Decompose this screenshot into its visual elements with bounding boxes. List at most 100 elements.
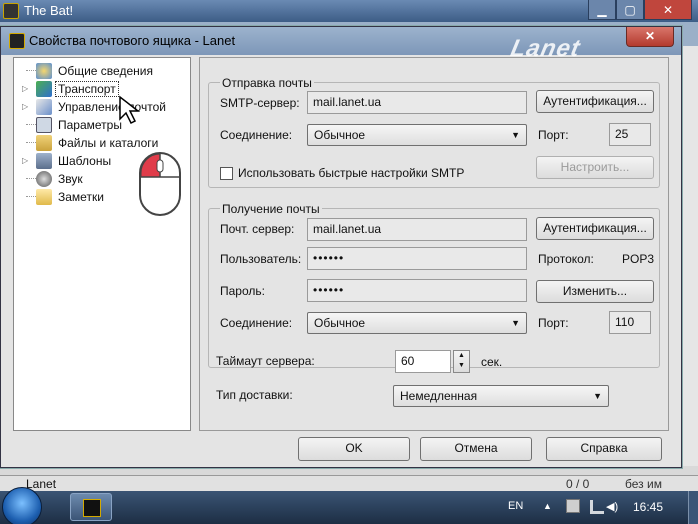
user-label: Пользователь: [220,252,302,266]
mail-server-label: Почт. сервер: [220,222,295,236]
taskbar-the-bat-button[interactable] [70,493,112,521]
tree-item-mail-management[interactable]: ▷ Управление почтой [14,98,190,116]
tree-item-label: Управление почтой [58,100,166,114]
tree-item-label: Транспорт [55,81,119,97]
timeout-label: Таймаут сервера: [216,354,315,368]
mouse-click-icon [139,152,181,216]
mail-server-input[interactable]: mail.lanet.ua [307,218,527,241]
network-icon[interactable] [590,500,604,514]
smtp-port-input[interactable]: 25 [609,123,651,146]
action-center-flag-icon[interactable] [566,499,580,513]
chevron-down-icon: ▼ [593,391,602,401]
maximize-icon: ▢ [624,3,636,17]
tree-item-transport[interactable]: ▷ Транспорт [14,80,190,98]
status-count: 0 / 0 [566,477,590,491]
change-password-button[interactable]: Изменить... [536,280,654,303]
taskbar: EN ▲ ◀) 16:45 [0,487,698,524]
spin-up-icon[interactable]: ▲ [454,351,469,361]
password-label: Пароль: [220,284,265,298]
delivery-select[interactable]: Немедленная ▼ [393,385,609,407]
smtp-configure-button[interactable]: Настроить... [536,156,654,179]
help-button[interactable]: Справка [546,437,662,461]
smtp-group-title: Отправка почты [220,76,314,90]
mailbox-properties-dialog: Свойства почтового ящика - Lanet Lanet ✕… [0,26,682,468]
user-input[interactable]: •••••• [307,247,527,270]
receive-port-label: Порт: [538,316,569,330]
delivery-label: Тип доставки: [216,388,293,402]
timeout-input[interactable]: 60 [395,350,451,373]
spin-down-icon[interactable]: ▼ [454,361,469,371]
status-size: без им [625,477,662,491]
parameters-icon [36,117,52,133]
tree-item-label: Шаблоны [58,154,112,168]
start-button[interactable] [2,487,42,524]
clock[interactable]: 16:45 [633,500,663,514]
tree-item-label: Звук [58,172,83,186]
receive-connection-label: Соединение: [220,316,293,330]
show-desktop-button[interactable] [688,491,698,524]
cursor-pointer-icon [119,95,141,125]
minimize-icon: ▁ [597,3,607,17]
close-icon: ✕ [662,3,674,17]
transport-settings-panel: Отправка почты SMTP-сервер: mail.lanet.u… [199,57,669,431]
smtp-connection-select[interactable]: Обычное ▼ [307,124,527,146]
smtp-server-label: SMTP-сервер: [220,96,300,110]
smtp-server-input[interactable]: mail.lanet.ua [307,91,527,114]
volume-icon[interactable]: ◀) [606,500,618,513]
receive-auth-button[interactable]: Аутентификация... [536,217,654,240]
smtp-connection-value: Обычное [314,128,366,142]
timeout-unit: сек. [481,355,503,369]
protocol-value: POP3 [622,252,655,266]
password-input[interactable]: •••••• [307,279,527,302]
the-bat-logo-icon [3,3,19,19]
timeout-spinner[interactable]: ▲ ▼ [453,350,470,373]
receive-connection-value: Обычное [314,316,366,330]
ok-button[interactable]: OK [298,437,410,461]
dialog-titlebar: Свойства почтового ящика - Lanet Lanet ✕ [1,27,681,62]
tree-item-label: Файлы и каталоги [58,136,159,150]
tree-item-files[interactable]: Файлы и каталоги [14,134,190,152]
maximize-button[interactable]: ▢ [616,0,644,20]
smtp-connection-label: Соединение: [220,128,293,142]
notes-icon [36,189,52,205]
tree-item-parameters[interactable]: Параметры [14,116,190,134]
minimize-button[interactable]: ▁ [588,0,616,20]
app-close-button[interactable]: ✕ [644,0,692,20]
receive-group-title: Получение почты [220,202,322,216]
settings-tree: Общие сведения ▷ Транспорт ▷ Управление … [13,57,191,431]
tree-item-label: Заметки [58,190,104,204]
tree-item-label: Параметры [58,118,122,132]
expand-icon[interactable]: ▷ [22,156,30,166]
dialog-close-button[interactable]: ✕ [626,27,674,47]
quick-smtp-checkbox[interactable] [220,167,233,180]
smtp-auth-button[interactable]: Аутентификация... [536,90,654,113]
app-titlebar: The Bat! ▁ ▢ ✕ [0,0,698,22]
the-bat-icon [83,499,101,517]
mail-management-icon [36,99,52,115]
language-indicator[interactable]: EN [508,500,523,512]
templates-icon [36,153,52,169]
chevron-down-icon: ▼ [511,130,520,140]
sound-icon [36,171,52,187]
dialog-title: Свойства почтового ящика - Lanet [29,33,236,48]
receive-connection-select[interactable]: Обычное ▼ [307,312,527,334]
smtp-port-label: Порт: [538,128,569,142]
quick-smtp-label: Использовать быстрые настройки SMTP [238,166,465,180]
tree-item-label: Общие сведения [58,64,153,78]
app-status-bar: Lanet 0 / 0 без им [0,475,698,491]
files-folders-icon [36,135,52,151]
the-bat-icon [9,33,25,49]
close-icon: ✕ [644,29,656,43]
app-scrollbar[interactable] [682,46,698,466]
receive-port-input[interactable]: 110 [609,311,651,334]
transport-icon [36,81,52,97]
app-title: The Bat! [24,3,74,18]
tray-expand-icon[interactable]: ▲ [543,501,552,511]
protocol-label: Протокол: [538,252,594,266]
expand-icon[interactable]: ▷ [22,102,30,112]
expand-icon[interactable]: ▷ [22,84,30,94]
chevron-down-icon: ▼ [511,318,520,328]
tree-item-general[interactable]: Общие сведения [14,62,190,80]
delivery-value: Немедленная [400,389,478,403]
cancel-button[interactable]: Отмена [420,437,532,461]
